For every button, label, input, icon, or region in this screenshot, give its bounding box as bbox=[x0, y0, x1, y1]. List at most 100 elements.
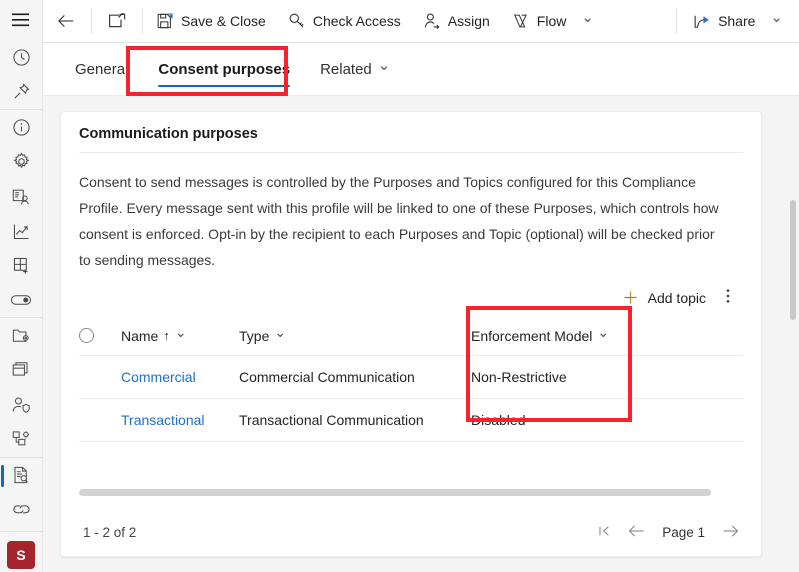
grid-command-bar: Add topic bbox=[61, 273, 761, 318]
save-and-close-icon bbox=[156, 12, 174, 30]
contact-card-icon[interactable] bbox=[0, 179, 43, 214]
add-topic-button[interactable]: Add topic bbox=[615, 284, 713, 311]
command-divider bbox=[142, 8, 143, 34]
first-page-icon[interactable] bbox=[597, 524, 611, 541]
purposes-table: Name ↑ ⌄ Type ⌄ Enforcement Model ⌄ Comm… bbox=[79, 318, 743, 442]
more-vertical-icon[interactable] bbox=[717, 283, 739, 312]
table-row[interactable]: Transactional Transactional Communicatio… bbox=[79, 398, 743, 442]
tab-selected-underline bbox=[158, 84, 291, 87]
key-icon bbox=[288, 12, 306, 30]
check-access-label: Check Access bbox=[312, 13, 401, 29]
tab-related[interactable]: Related ⌄ bbox=[306, 43, 404, 96]
row-enforcement-cell: Non-Restrictive bbox=[471, 355, 649, 399]
flow-label: Flow bbox=[536, 13, 567, 29]
hamburger-menu-icon[interactable] bbox=[0, 0, 43, 40]
arrow-left-icon bbox=[57, 12, 75, 30]
avatar-initial: S bbox=[7, 540, 35, 569]
add-topic-label: Add topic bbox=[647, 289, 706, 306]
page-scrollbar-thumb[interactable] bbox=[790, 200, 796, 320]
sort-ascending-icon: ↑ bbox=[163, 328, 170, 343]
avatar[interactable]: S bbox=[0, 538, 43, 572]
assign-button[interactable]: Assign bbox=[412, 0, 501, 42]
chevron-down-icon[interactable]: ⌄ bbox=[378, 56, 391, 74]
column-header-spacer bbox=[649, 318, 743, 356]
app-root: S Save & Close Check Access Assign Flow … bbox=[0, 0, 799, 572]
recent-clock-icon[interactable] bbox=[0, 40, 43, 75]
column-header-type[interactable]: Type ⌄ bbox=[239, 318, 471, 356]
link-chain-icon[interactable] bbox=[0, 492, 43, 527]
tab-general[interactable]: General bbox=[61, 43, 142, 96]
assign-label: Assign bbox=[447, 13, 490, 29]
grid-horizontal-scrollbar[interactable] bbox=[79, 489, 711, 496]
grid-pager: 1 - 2 of 2 Page 1 bbox=[61, 512, 761, 552]
previous-page-icon[interactable] bbox=[628, 524, 645, 541]
card-description: Consent to send messages is controlled b… bbox=[79, 174, 719, 268]
save-and-close-button[interactable]: Save & Close bbox=[145, 0, 277, 42]
left-navigation-rail: S bbox=[0, 0, 43, 572]
row-spacer-cell bbox=[649, 398, 743, 442]
row-name-cell: Transactional bbox=[121, 398, 239, 442]
folder-gear-icon[interactable] bbox=[0, 318, 43, 353]
tab-consent-purposes[interactable]: Consent purposes bbox=[144, 43, 304, 96]
row-type-cell: Transactional Communication bbox=[239, 398, 471, 442]
copy-windows-icon[interactable] bbox=[0, 353, 43, 388]
column-header-name[interactable]: Name ↑ ⌄ bbox=[121, 318, 239, 356]
check-access-button[interactable]: Check Access bbox=[277, 0, 412, 42]
flow-button[interactable]: Flow ⌄ bbox=[501, 0, 605, 42]
select-all-header bbox=[79, 318, 121, 356]
table-row[interactable]: Commercial Commercial Communication Non-… bbox=[79, 355, 743, 399]
column-header-type-label: Type bbox=[239, 327, 270, 344]
chevron-down-icon[interactable]: ⌄ bbox=[274, 324, 286, 341]
chevron-down-icon[interactable]: ⌄ bbox=[581, 8, 594, 26]
sidebar-item-compliance-profile[interactable] bbox=[0, 458, 43, 493]
card-title: Communication purposes bbox=[79, 126, 258, 142]
chevron-down-icon[interactable]: ⌄ bbox=[597, 324, 609, 341]
column-header-enforcement-model[interactable]: Enforcement Model ⌄ bbox=[471, 318, 649, 356]
rail-divider bbox=[0, 530, 43, 532]
row-select-cell[interactable] bbox=[79, 355, 121, 399]
row-enforcement-cell: Disabled bbox=[471, 398, 649, 442]
column-header-enforcement-model-label: Enforcement Model bbox=[471, 327, 593, 344]
open-in-new-window-icon bbox=[108, 12, 126, 30]
column-header-name-label: Name bbox=[121, 327, 159, 344]
nodes-gear-icon[interactable] bbox=[0, 422, 43, 457]
communication-purposes-card: Communication purposes Consent to send m… bbox=[60, 111, 762, 557]
save-and-close-label: Save & Close bbox=[181, 13, 266, 29]
info-circle-icon[interactable] bbox=[0, 110, 43, 145]
pin-icon[interactable] bbox=[0, 75, 43, 110]
record-count-label: 1 - 2 of 2 bbox=[83, 524, 137, 540]
plus-icon bbox=[622, 289, 639, 306]
grid-plus-icon[interactable] bbox=[0, 248, 43, 283]
chevron-down-icon[interactable]: ⌄ bbox=[175, 324, 187, 341]
chevron-down-icon[interactable]: ⌄ bbox=[770, 8, 783, 26]
document-search-icon bbox=[11, 465, 31, 485]
person-shield-icon[interactable] bbox=[0, 387, 43, 422]
gear-icon[interactable] bbox=[0, 145, 43, 180]
line-chart-icon[interactable] bbox=[0, 214, 43, 249]
tab-related-label: Related bbox=[320, 60, 372, 78]
command-bar: Save & Close Check Access Assign Flow ⌄ … bbox=[43, 0, 799, 43]
row-select-cell[interactable] bbox=[79, 398, 121, 442]
person-assign-icon bbox=[423, 12, 441, 30]
row-spacer-cell bbox=[649, 355, 743, 399]
tab-general-label: General bbox=[75, 60, 129, 78]
flow-icon bbox=[512, 12, 530, 30]
back-button[interactable] bbox=[43, 0, 89, 42]
row-name-link[interactable]: Transactional bbox=[121, 412, 205, 428]
table-header-row: Name ↑ ⌄ Type ⌄ Enforcement Model ⌄ bbox=[79, 318, 743, 356]
tab-strip: General Consent purposes Related ⌄ bbox=[43, 43, 799, 96]
command-divider bbox=[91, 8, 92, 34]
row-type-cell: Commercial Communication bbox=[239, 355, 471, 399]
open-in-new-window-button[interactable] bbox=[94, 0, 140, 42]
page-number-label: Page 1 bbox=[662, 524, 705, 540]
purposes-grid: Name ↑ ⌄ Type ⌄ Enforcement Model ⌄ Comm… bbox=[61, 318, 761, 442]
toggle-switch-icon[interactable] bbox=[0, 283, 43, 318]
share-label: Share bbox=[718, 13, 756, 29]
content-area: Communication purposes Consent to send m… bbox=[43, 96, 799, 572]
command-divider bbox=[676, 8, 678, 34]
tab-consent-purposes-label: Consent purposes bbox=[158, 60, 291, 78]
row-name-link[interactable]: Commercial bbox=[121, 369, 196, 385]
select-all-circle-icon[interactable] bbox=[79, 328, 94, 343]
next-page-icon[interactable] bbox=[722, 524, 739, 541]
share-button[interactable]: Share ⌄ bbox=[679, 0, 799, 42]
